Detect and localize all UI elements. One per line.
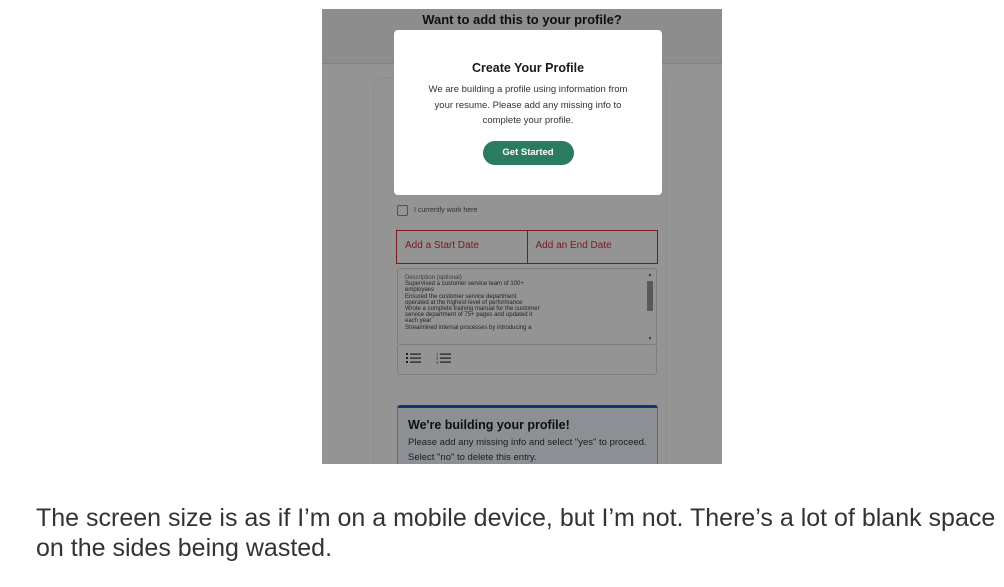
embedded-screenshot: Want to add this to your profile? I curr… [322, 9, 722, 464]
create-profile-dialog: Create Your Profile We are building a pr… [394, 30, 662, 195]
get-started-button[interactable]: Get Started [482, 140, 574, 165]
dialog-body: We are building a profile using informat… [428, 84, 628, 126]
dialog-title: Create Your Profile [471, 61, 585, 75]
caption-text: The screen size is as if I’m on a mobile… [36, 504, 996, 562]
